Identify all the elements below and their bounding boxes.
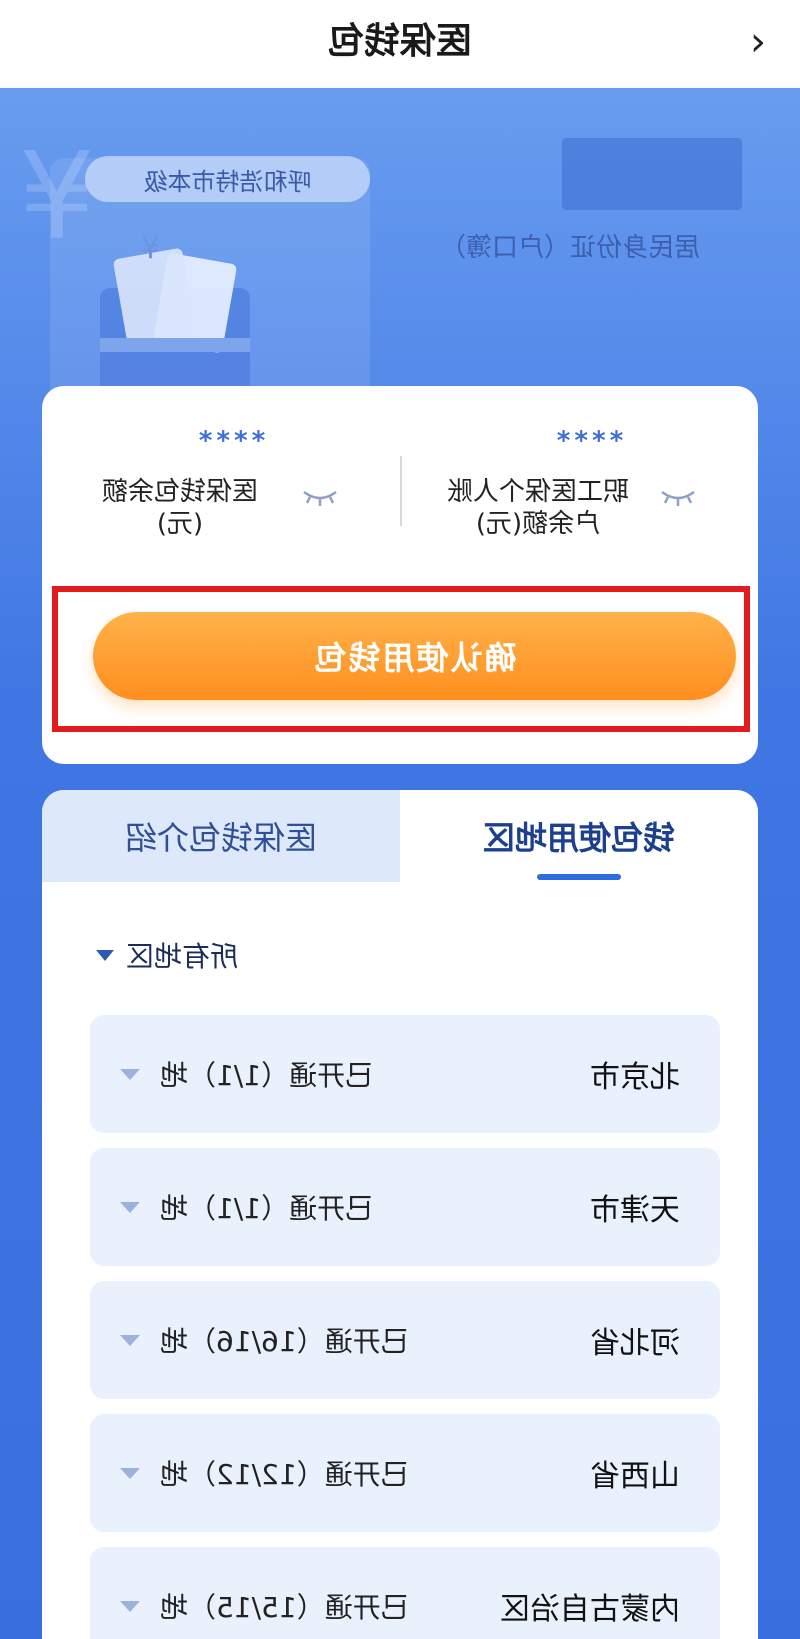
- region-status-text: 已开通（1/1）地: [160, 1059, 374, 1092]
- list-item[interactable]: 天津市 已开通（1/1）地: [90, 1148, 720, 1266]
- list-item[interactable]: 河北省 已开通（16/16）地: [90, 1281, 720, 1399]
- id-type-label[interactable]: 居民身份证（户口簿）: [420, 226, 720, 270]
- balance-masked-value: ****: [194, 426, 266, 456]
- balance-card: **** 职工医保个人账户余额(元) **** 医保钱包余额(元) 确认使用钱包: [42, 386, 758, 764]
- region-status: 已开通（12/12）地: [120, 1414, 409, 1532]
- region-status: 已开通（15/15）地: [120, 1547, 409, 1639]
- chevron-down-icon[interactable]: [120, 1467, 140, 1479]
- list-item[interactable]: 北京市 已开通（1/1）地: [90, 1015, 720, 1133]
- region-name: 河北省: [590, 1326, 680, 1361]
- region-status: 已开通（1/1）地: [120, 1015, 373, 1133]
- list-item[interactable]: 内蒙古自治区 已开通（15/15）地: [90, 1547, 720, 1639]
- region-name: 天津市: [590, 1193, 680, 1228]
- chevron-down-icon[interactable]: [120, 1068, 140, 1080]
- chevron-down-icon[interactable]: [120, 1334, 140, 1346]
- region-pill[interactable]: 呼和浩特市本级: [85, 156, 370, 202]
- list-item[interactable]: 山西省 已开通（12/12）地: [90, 1414, 720, 1532]
- filter-label: 所有地区: [125, 940, 238, 973]
- regions-card: 钱包使用地区 医保钱包介绍 所有地区 北京市 已开通（1/1）地 天津市 已开通…: [42, 790, 758, 1639]
- region-filter-dropdown[interactable]: 所有地区: [95, 930, 238, 980]
- tab-wallet-regions[interactable]: 钱包使用地区: [400, 790, 758, 882]
- region-name: 北京市: [590, 1060, 680, 1095]
- region-name: 内蒙古自治区: [500, 1592, 680, 1627]
- yen-watermark-icon: ¥: [18, 128, 95, 267]
- region-status: 已开通（1/1）地: [120, 1148, 373, 1266]
- region-name: 山西省: [590, 1459, 680, 1494]
- chevron-down-icon[interactable]: [120, 1600, 140, 1612]
- tab-wallet-intro[interactable]: 医保钱包介绍: [42, 790, 400, 882]
- active-tab-indicator: [537, 874, 621, 880]
- region-status: 已开通（16/16）地: [120, 1281, 409, 1399]
- region-status-text: 已开通（12/12）地: [160, 1458, 409, 1491]
- divider: [400, 456, 402, 526]
- nav-bar: ‹ 医保钱包: [0, 0, 800, 88]
- region-status-text: 已开通（15/15）地: [160, 1591, 409, 1624]
- hero-banner: 居民身份证（户口簿） 呼和浩特市本级 ¥ ¥: [0, 88, 800, 418]
- balance-label: 职工医保个人账户余额(元): [447, 477, 630, 539]
- balance-masked-value: ****: [552, 426, 624, 456]
- region-status-text: 已开通（16/16）地: [160, 1325, 409, 1358]
- eye-closed-icon[interactable]: [658, 482, 698, 512]
- confirm-use-wallet-button[interactable]: 确认使用钱包: [93, 612, 736, 700]
- region-status-text: 已开通（1/1）地: [160, 1192, 374, 1225]
- page-title: 医保钱包: [328, 21, 473, 62]
- eye-closed-icon[interactable]: [300, 482, 340, 512]
- wallet-balance: **** 医保钱包余额(元): [60, 426, 400, 546]
- svg-text:¥: ¥: [141, 231, 160, 266]
- caret-down-icon: [95, 949, 114, 961]
- hero-decoration-block: [562, 138, 742, 210]
- screen: ‹ 医保钱包 居民身份证（户口簿） 呼和浩特市本级 ¥ ¥ **** 职工医保个…: [0, 0, 800, 1639]
- balance-label: 医保钱包余额(元): [102, 477, 259, 539]
- chevron-down-icon[interactable]: [120, 1201, 140, 1213]
- personal-account-balance: **** 职工医保个人账户余额(元): [418, 426, 758, 546]
